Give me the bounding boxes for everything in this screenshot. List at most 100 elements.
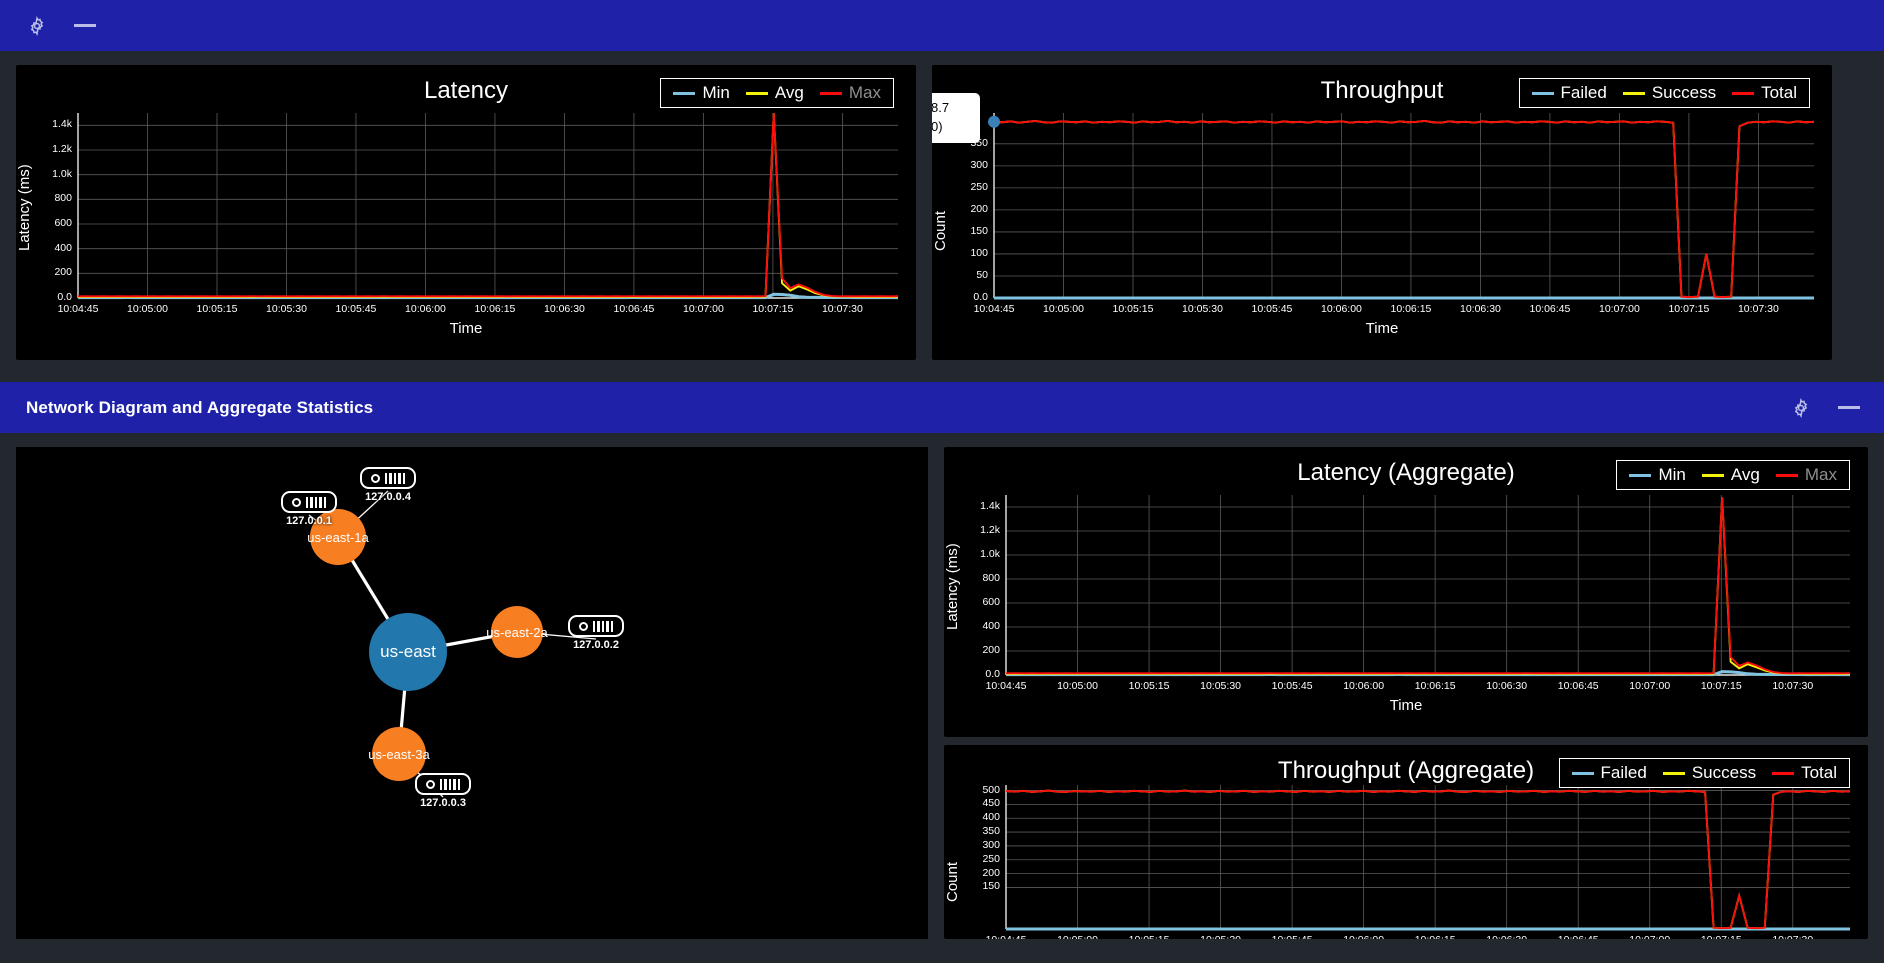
x-tick-label: 10:06:30: [1446, 303, 1514, 315]
legend-swatch-total: [1732, 92, 1754, 95]
x-tick-label: 10:06:45: [1544, 934, 1612, 939]
top-charts-row: Latency MinAvgMax 0.02004006008001.0k1.2…: [0, 51, 1884, 382]
legend-item-failed[interactable]: Failed: [1572, 763, 1647, 783]
chart-throughput-legend[interactable]: Failed Success Total: [1519, 78, 1810, 108]
x-tick-label: 10:04:45: [972, 934, 1040, 939]
y-tick-label: 200: [946, 203, 988, 215]
gear-icon[interactable]: [26, 15, 48, 37]
legend-swatch-avg: [1702, 474, 1724, 477]
plot-canvas: [932, 65, 1832, 360]
y-tick-label: 800: [958, 572, 1000, 584]
y-tick-label: 200: [30, 266, 72, 278]
y-tick-label: 1.2k: [30, 143, 72, 155]
network-host-127.0.0.4[interactable]: 127.0.0.4: [360, 467, 416, 503]
y-tick-label: 200: [958, 644, 1000, 656]
legend-item-total[interactable]: Total: [1732, 83, 1797, 103]
y-tick-label: 300: [958, 839, 1000, 851]
x-tick-label: 10:06:00: [1307, 303, 1375, 315]
chart-tooltip: 8.7 0): [932, 93, 980, 143]
plot-canvas: [944, 447, 1868, 737]
y-tick-label: 0.0: [946, 291, 988, 303]
network-diagram[interactable]: us-eastus-east-1aus-east-2aus-east-3a127…: [16, 447, 928, 939]
legend-item-avg[interactable]: Avg: [746, 83, 804, 103]
network-host-127.0.0.3[interactable]: 127.0.0.3: [415, 773, 471, 809]
legend-label-max: Max: [849, 83, 881, 103]
legend-label-success: Success: [1652, 83, 1716, 103]
series-max: [1006, 497, 1850, 673]
x-tick-label: 10:07:00: [1616, 934, 1684, 939]
legend-item-failed[interactable]: Failed: [1532, 83, 1607, 103]
x-tick-label: 10:05:30: [1168, 303, 1236, 315]
y-tick-label: 400: [958, 811, 1000, 823]
legend-label-failed: Failed: [1601, 763, 1647, 783]
y-tick-label: 350: [958, 825, 1000, 837]
top-panel-header: [0, 0, 1884, 51]
legend-label-success: Success: [1692, 763, 1756, 783]
chart-latency[interactable]: Latency MinAvgMax 0.02004006008001.0k1.2…: [16, 65, 916, 360]
y-axis-label: Count: [932, 210, 949, 250]
legend-swatch-max: [1776, 474, 1798, 477]
legend-item-max[interactable]: Max: [820, 83, 881, 103]
x-tick-label: 10:04:45: [972, 680, 1040, 692]
y-tick-label: 250: [958, 853, 1000, 865]
x-tick-label: 10:05:45: [1258, 934, 1326, 939]
minimize-icon[interactable]: [1838, 397, 1860, 419]
legend-swatch-min: [1629, 474, 1651, 477]
x-tick-label: 10:07:15: [1687, 934, 1755, 939]
x-tick-label: 10:06:45: [600, 303, 668, 315]
x-tick-label: 10:07:00: [669, 303, 737, 315]
network-host-127.0.0.2[interactable]: 127.0.0.2: [568, 615, 624, 651]
chart-throughput-plot: 0.05010015020025030035010:04:4510:05:001…: [932, 65, 1832, 360]
legend-item-success[interactable]: Success: [1623, 83, 1716, 103]
series-success: [1006, 791, 1850, 929]
aggregate-charts-column: Latency (Aggregate) MinAvgMax 0.02004006…: [944, 447, 1868, 939]
legend-item-max[interactable]: Max: [1776, 465, 1837, 485]
x-tick-label: 10:07:30: [808, 303, 876, 315]
x-tick-label: 10:05:00: [1044, 934, 1112, 939]
legend-item-total[interactable]: Total: [1772, 763, 1837, 783]
legend-item-min[interactable]: Min: [1629, 465, 1685, 485]
chart-throughput-aggregate[interactable]: Throughput (Aggregate) FailedSuccessTota…: [944, 745, 1868, 939]
network-host-127.0.0.1[interactable]: 127.0.0.1: [281, 491, 337, 527]
x-tick-label: 10:05:30: [1187, 680, 1255, 692]
x-tick-label: 10:06:45: [1544, 680, 1612, 692]
legend-label-min: Min: [702, 83, 729, 103]
gear-icon[interactable]: [1790, 397, 1812, 419]
chart-latency-aggregate-legend[interactable]: Min Avg Max: [1616, 460, 1850, 490]
legend-label-total: Total: [1801, 763, 1837, 783]
chart-throughput-aggregate-legend[interactable]: Failed Success Total: [1559, 758, 1850, 788]
highlight-point[interactable]: [988, 116, 1000, 128]
x-tick-label: 10:07:30: [1759, 680, 1827, 692]
x-axis-label: Time: [944, 697, 1868, 714]
network-node-label: us-east-3a: [368, 747, 429, 762]
series-total: [1006, 791, 1850, 929]
legend-label-total: Total: [1761, 83, 1797, 103]
chart-throughput[interactable]: Throughput FailedSuccessTotal 0.05010015…: [932, 65, 1832, 360]
server-icon: [568, 615, 624, 637]
y-tick-label: 1.0k: [958, 548, 1000, 560]
legend-item-min[interactable]: Min: [673, 83, 729, 103]
y-axis-label: Count: [944, 862, 961, 902]
x-tick-label: 10:05:00: [113, 303, 181, 315]
network-node-us-east-2a[interactable]: us-east-2a: [491, 606, 543, 658]
network-node-us-east[interactable]: us-east: [369, 613, 447, 691]
chart-latency-aggregate[interactable]: Latency (Aggregate) MinAvgMax 0.02004006…: [944, 447, 1868, 737]
y-tick-label: 100: [946, 247, 988, 259]
server-icon: [415, 773, 471, 795]
x-tick-label: 10:07:15: [1655, 303, 1723, 315]
legend-item-avg[interactable]: Avg: [1702, 465, 1760, 485]
tooltip-line-2: 0): [932, 118, 971, 137]
x-tick-label: 10:05:00: [1029, 303, 1097, 315]
y-tick-label: 0.0: [30, 291, 72, 303]
minimize-icon[interactable]: [74, 15, 96, 37]
x-tick-label: 10:07:00: [1616, 680, 1684, 692]
y-tick-label: 1.4k: [958, 500, 1000, 512]
network-panel-header: Network Diagram and Aggregate Statistics: [0, 382, 1884, 433]
chart-latency-legend[interactable]: Min Avg Max: [660, 78, 894, 108]
network-panel-body: us-eastus-east-1aus-east-2aus-east-3a127…: [0, 433, 1884, 939]
legend-item-success[interactable]: Success: [1663, 763, 1756, 783]
x-tick-label: 10:06:00: [1330, 680, 1398, 692]
x-tick-label: 10:04:45: [960, 303, 1028, 315]
legend-swatch-total: [1772, 772, 1794, 775]
y-tick-label: 150: [946, 225, 988, 237]
